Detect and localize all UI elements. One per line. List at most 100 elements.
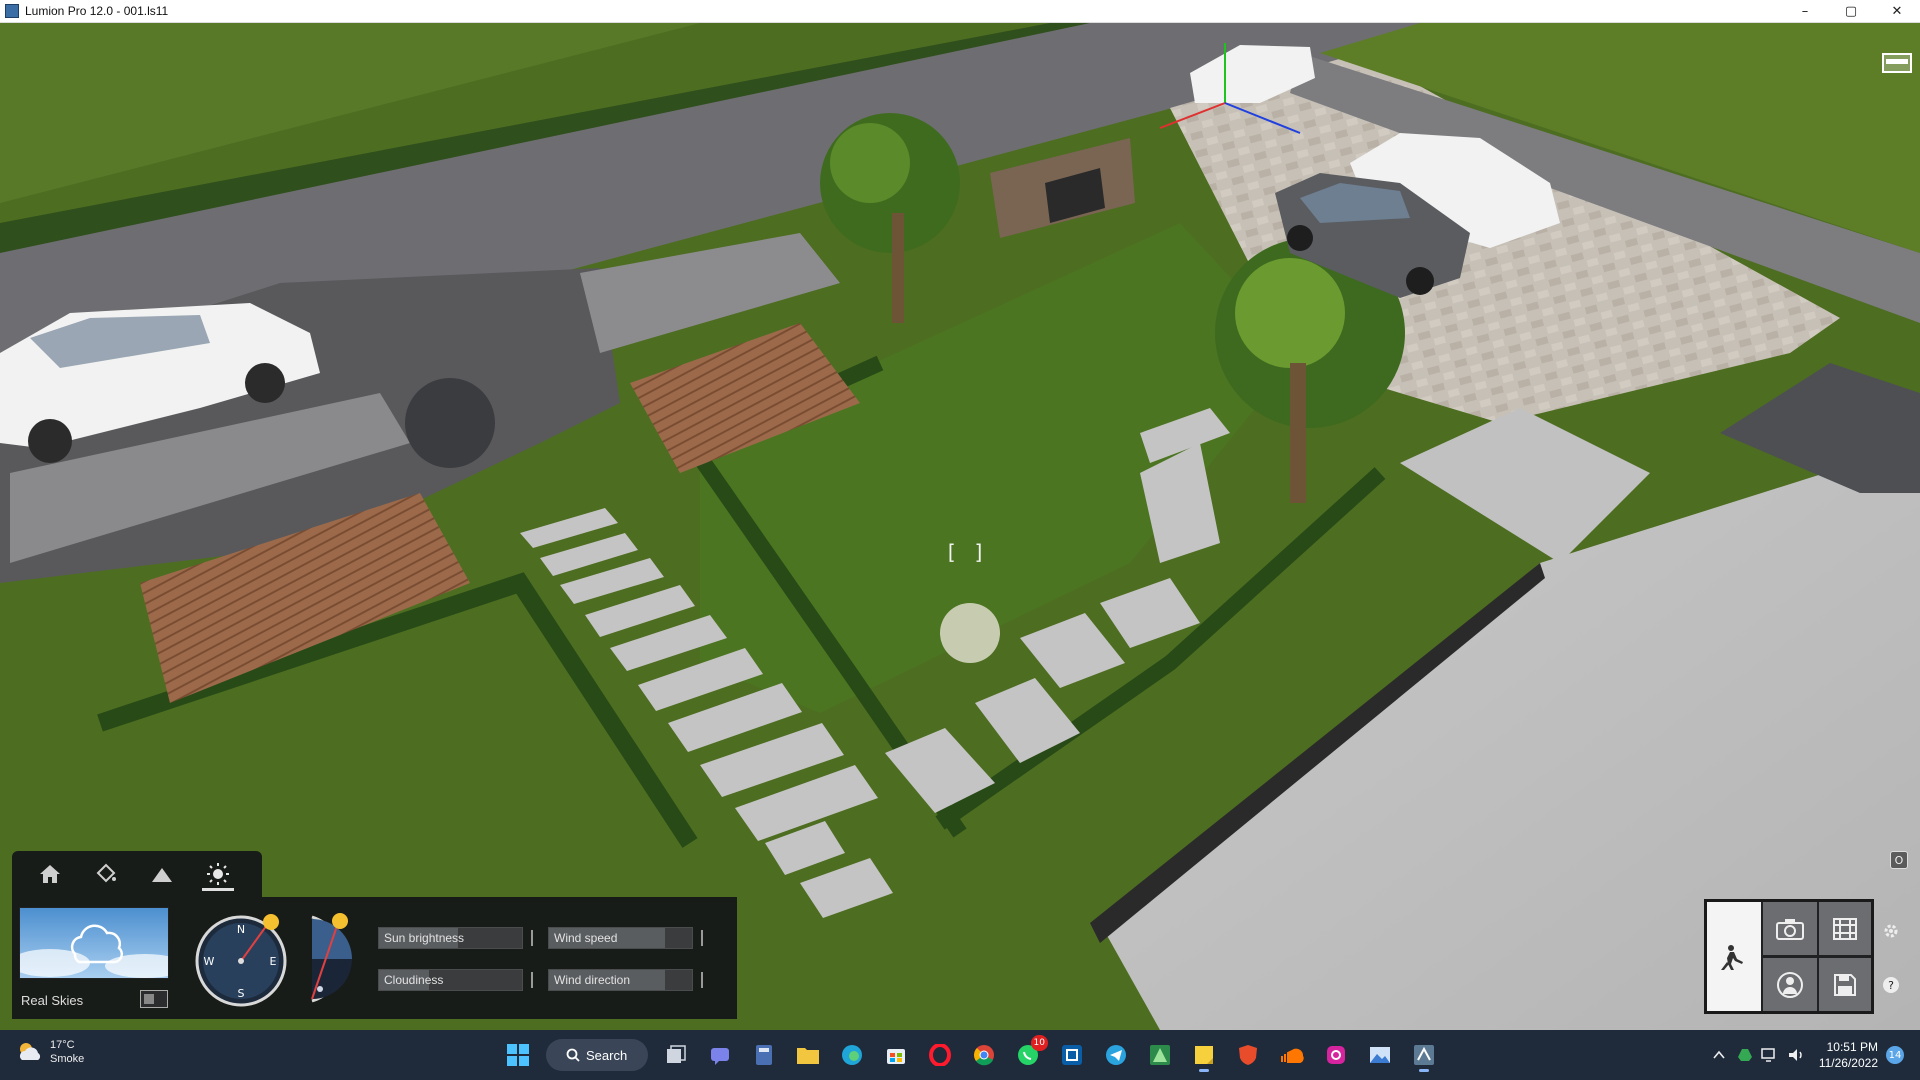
start-button[interactable] bbox=[500, 1037, 536, 1073]
clock-time: 10:51 PM bbox=[1826, 1040, 1878, 1054]
chevron-up-icon[interactable] bbox=[1713, 1050, 1725, 1060]
windows-taskbar: 17°C Smoke Search 10 10:51 PM 11/26/2022… bbox=[0, 1030, 1920, 1080]
whatsapp-app[interactable]: 10 bbox=[1010, 1035, 1048, 1073]
sun-brightness-label: Sun brightness bbox=[384, 931, 465, 945]
weather-text: 17°C Smoke bbox=[50, 1038, 84, 1066]
compass-s: S bbox=[238, 987, 245, 1000]
save-button[interactable] bbox=[1819, 958, 1871, 1011]
notification-badge[interactable]: 14 bbox=[1886, 1046, 1904, 1064]
task-view-button[interactable] bbox=[658, 1037, 694, 1073]
mountain-icon bbox=[152, 868, 172, 882]
slider-handle[interactable] bbox=[531, 930, 533, 946]
edge-app[interactable] bbox=[834, 1037, 870, 1073]
edge-browser-icon bbox=[842, 1045, 862, 1065]
app-icon bbox=[5, 4, 19, 18]
maximize-button[interactable]: ▢ bbox=[1828, 0, 1874, 23]
panorama-mode-button[interactable] bbox=[1763, 958, 1817, 1011]
cloudiness-slider[interactable]: Cloudiness bbox=[378, 969, 523, 991]
compass-w: W bbox=[204, 955, 215, 968]
calculator-app[interactable] bbox=[746, 1037, 782, 1073]
window-controls: – ▢ ✕ bbox=[1782, 0, 1920, 23]
weather-panel: Real Skies N E S W Sun brightness Wind s… bbox=[12, 851, 737, 1019]
photos-app[interactable] bbox=[1362, 1037, 1398, 1073]
weather-settings: Real Skies N E S W Sun brightness Wind s… bbox=[12, 897, 737, 1019]
file-explorer-app[interactable] bbox=[790, 1037, 826, 1073]
system-tray: 10:51 PM 11/26/2022 14 bbox=[1713, 1030, 1904, 1080]
clock[interactable]: 10:51 PM 11/26/2022 bbox=[1819, 1039, 1878, 1071]
panorama-mode-icon bbox=[1777, 971, 1803, 998]
compass-icon: N E S W bbox=[195, 914, 287, 1007]
slider-handle[interactable] bbox=[701, 972, 703, 988]
chat-app[interactable] bbox=[702, 1037, 738, 1073]
photo-mode-icon bbox=[1776, 918, 1804, 940]
photo-mode-button[interactable] bbox=[1763, 902, 1817, 955]
wind-speed-slider[interactable]: Wind speed bbox=[548, 927, 693, 949]
lumion-app[interactable] bbox=[1142, 1037, 1178, 1073]
weather-condition: Smoke bbox=[50, 1053, 85, 1065]
close-button[interactable]: ✕ bbox=[1874, 0, 1920, 23]
telegram-app[interactable] bbox=[1098, 1037, 1134, 1073]
google-drive-icon[interactable] bbox=[1737, 1047, 1753, 1063]
weather-temp: 17°C bbox=[50, 1039, 75, 1051]
sun-height-dial[interactable] bbox=[308, 911, 358, 1007]
wind-speed-label: Wind speed bbox=[554, 931, 618, 945]
sketchup-icon bbox=[1062, 1045, 1082, 1065]
tab-landscape[interactable] bbox=[134, 851, 190, 897]
taskbar-search[interactable]: Search bbox=[546, 1039, 648, 1071]
sky-preset-button[interactable] bbox=[19, 907, 169, 979]
panel-tabs bbox=[12, 851, 262, 897]
tab-weather[interactable] bbox=[190, 851, 246, 897]
window-titlebar: Lumion Pro 12.0 - 001.ls11 – ▢ ✕ bbox=[0, 0, 1920, 23]
teams-chat-icon bbox=[711, 1048, 729, 1065]
shield-g-icon bbox=[1239, 1045, 1257, 1065]
slider-handle[interactable] bbox=[531, 972, 533, 988]
tab-materials[interactable] bbox=[78, 851, 134, 897]
real-skies-toggle[interactable] bbox=[140, 990, 168, 1008]
slider-handle[interactable] bbox=[701, 930, 703, 946]
build-mode-button[interactable] bbox=[1707, 902, 1761, 1011]
mode-toolbar bbox=[1704, 899, 1874, 1014]
instagram-icon bbox=[1327, 1046, 1345, 1064]
sun-height-icon bbox=[311, 913, 352, 1003]
opera-app[interactable] bbox=[922, 1037, 958, 1073]
soundcloud-app[interactable] bbox=[1274, 1037, 1310, 1073]
weather-cloud-sun-icon bbox=[20, 1043, 41, 1060]
store-icon bbox=[887, 1049, 905, 1064]
window-title: Lumion Pro 12.0 - 001.ls11 bbox=[25, 4, 169, 18]
orthographic-toggle-button[interactable]: O bbox=[1890, 851, 1908, 869]
settings-button[interactable] bbox=[1878, 918, 1904, 944]
app-root: Lumion Pro 12.0 - 001.ls11 – ▢ ✕ [] O R… bbox=[0, 0, 1920, 1080]
task-view-icon bbox=[667, 1045, 686, 1063]
network-icon[interactable] bbox=[1761, 1047, 1779, 1063]
instagram-app[interactable] bbox=[1318, 1037, 1354, 1073]
sun-brightness-slider[interactable]: Sun brightness bbox=[378, 927, 523, 949]
chrome-app[interactable] bbox=[966, 1037, 1002, 1073]
focus-reticle: [ ] bbox=[945, 540, 988, 564]
minimize-button[interactable]: – bbox=[1782, 0, 1828, 23]
grammarly-app[interactable] bbox=[1230, 1037, 1266, 1073]
wind-direction-slider[interactable]: Wind direction bbox=[548, 969, 693, 991]
volume-icon[interactable] bbox=[1787, 1047, 1805, 1063]
home-icon bbox=[40, 865, 60, 883]
movie-mode-button[interactable] bbox=[1819, 902, 1871, 955]
sticky-notes-app[interactable] bbox=[1186, 1037, 1222, 1073]
sticky-notes-icon bbox=[1195, 1046, 1213, 1064]
sketchup-app[interactable] bbox=[1054, 1037, 1090, 1073]
build-mode-icon bbox=[1721, 944, 1743, 970]
help-button[interactable]: ? bbox=[1878, 972, 1904, 998]
weather-widget[interactable]: 17°C Smoke bbox=[16, 1038, 84, 1066]
movie-mode-icon bbox=[1833, 917, 1857, 940]
store-app[interactable] bbox=[878, 1037, 914, 1073]
compass-n: N bbox=[237, 923, 245, 936]
layout-toggle-button[interactable] bbox=[1882, 53, 1912, 73]
svg-text:?: ? bbox=[1888, 979, 1894, 992]
lumion-running-app[interactable] bbox=[1406, 1037, 1442, 1073]
sun-direction-compass[interactable]: N E S W bbox=[193, 913, 289, 1009]
lumion-green-icon bbox=[1150, 1045, 1170, 1065]
compass-e: E bbox=[270, 955, 277, 968]
real-skies-label: Real Skies bbox=[21, 993, 84, 1008]
opera-icon bbox=[929, 1044, 951, 1066]
windows-start-icon bbox=[507, 1044, 529, 1066]
tab-home[interactable] bbox=[22, 851, 78, 897]
paint-bucket-icon bbox=[96, 863, 116, 883]
